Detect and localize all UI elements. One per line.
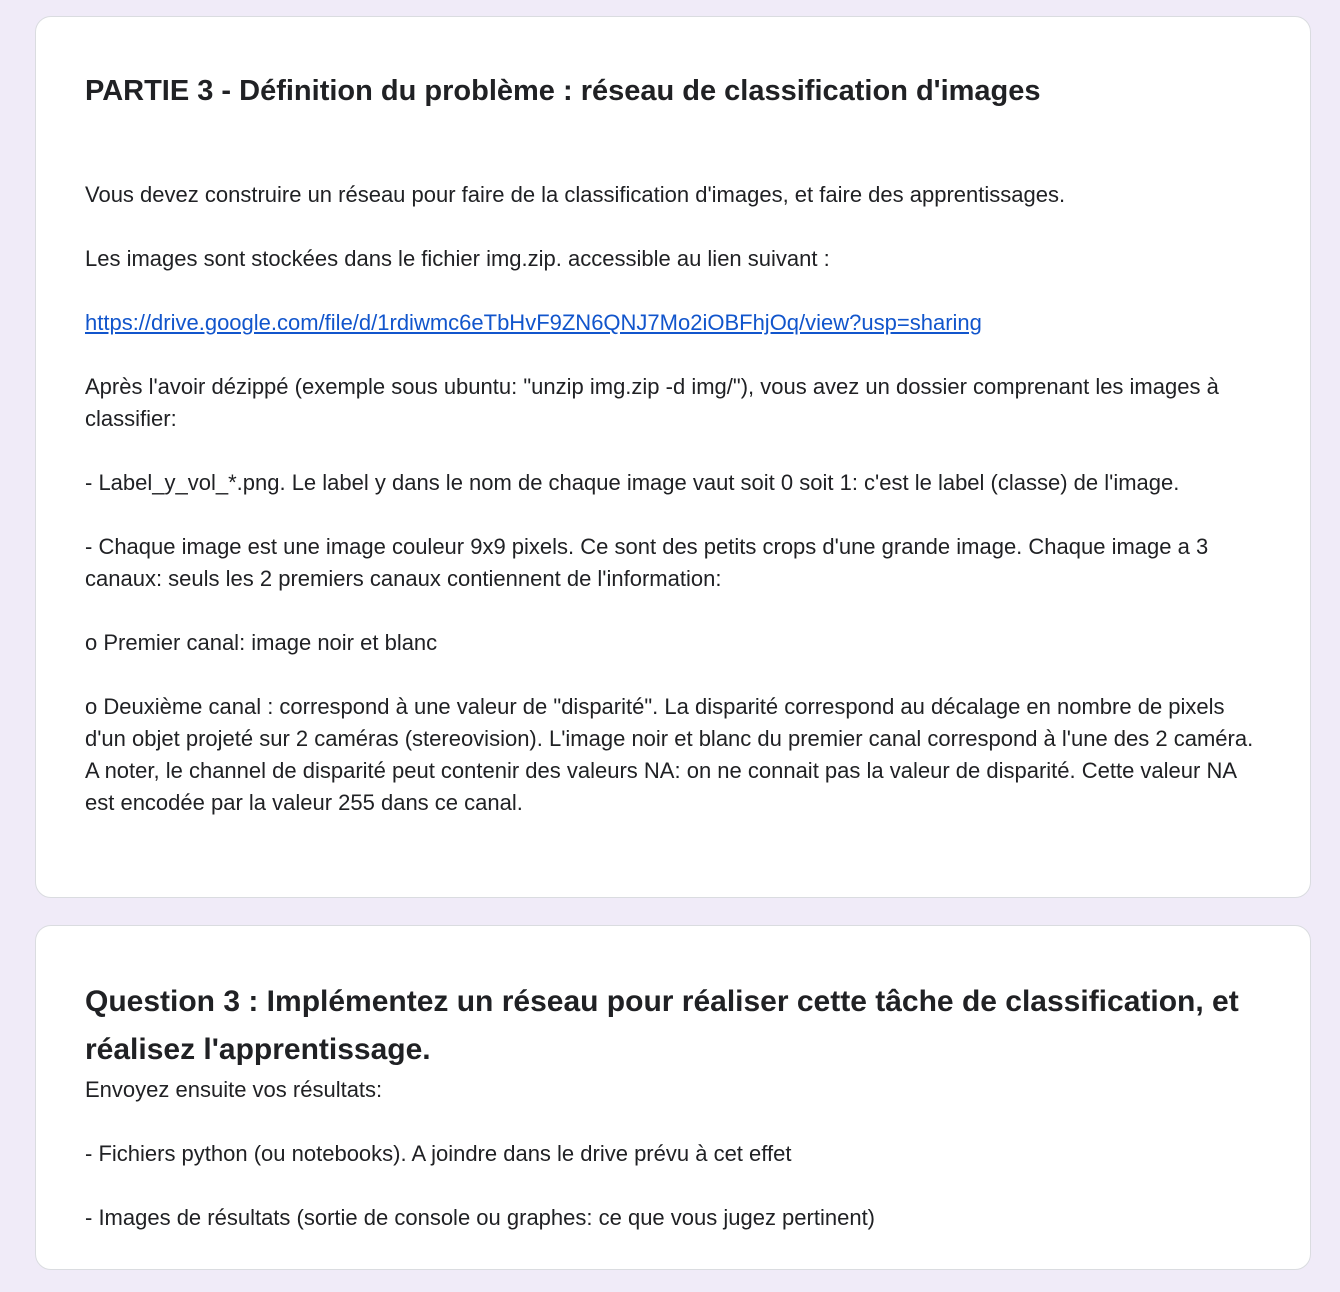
description-paragraph: o Premier canal: image noir et blanc <box>85 630 438 655</box>
question-card: Question 3 : Implémentez un réseau pour … <box>35 925 1311 1270</box>
description-paragraph: - Chaque image est une image couleur 9x9… <box>85 534 1209 591</box>
section-card: PARTIE 3 - Définition du problème : rése… <box>35 16 1311 898</box>
description-paragraph: - Label_y_vol_*.png. Le label y dans le … <box>85 470 1180 495</box>
question-title: Question 3 : Implémentez un réseau pour … <box>85 985 1239 1066</box>
question-description: Envoyez ensuite vos résultats: - Fichier… <box>85 1074 1266 1234</box>
drive-link[interactable]: https://drive.google.com/file/d/1rdiwmc6… <box>85 310 982 335</box>
question-paragraph: - Fichiers python (ou notebooks). A join… <box>85 1141 792 1166</box>
section-description: Vous devez construire un réseau pour fai… <box>85 179 1266 819</box>
question-paragraph: - Images de résultats (sortie de console… <box>85 1205 876 1230</box>
description-link-paragraph: https://drive.google.com/file/d/1rdiwmc6… <box>85 307 1266 339</box>
question-paragraph: Envoyez ensuite vos résultats: <box>85 1077 383 1102</box>
description-paragraph: Après l'avoir dézippé (exemple sous ubun… <box>85 374 1219 431</box>
section-title: PARTIE 3 - Définition du problème : rése… <box>85 75 1041 107</box>
description-paragraph: Vous devez construire un réseau pour fai… <box>85 182 1066 207</box>
description-paragraph: o Deuxième canal : correspond à une vale… <box>85 694 1254 815</box>
description-paragraph: Les images sont stockées dans le fichier… <box>85 246 830 271</box>
